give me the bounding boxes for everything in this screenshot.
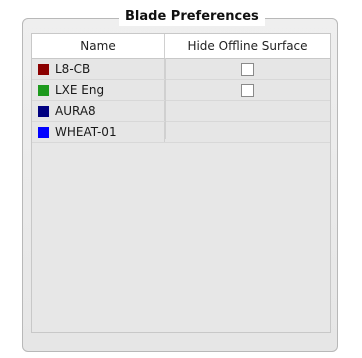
blade-name: LXE Eng <box>55 83 105 97</box>
color-swatch-icon <box>38 126 49 138</box>
blade-name: L8-CB <box>55 62 91 76</box>
hide-offline-cell <box>165 59 330 79</box>
color-swatch-icon <box>38 63 49 75</box>
hide-offline-cell <box>165 80 330 100</box>
color-swatch-icon <box>38 84 49 96</box>
column-header-hide-offline-surface[interactable]: Hide Offline Surface <box>165 34 330 58</box>
name-cell: LXE Eng <box>32 80 165 100</box>
blade-preferences-page: Blade Preferences Name Hide Offline Surf… <box>0 0 362 358</box>
color-swatch-icon <box>38 105 49 117</box>
table-header: Name Hide Offline Surface <box>32 34 330 59</box>
table-row[interactable]: LXE Eng <box>32 80 330 101</box>
column-header-name[interactable]: Name <box>32 34 165 58</box>
panel-title: Blade Preferences <box>119 8 265 26</box>
hide-offline-cell <box>165 101 330 121</box>
name-cell: AURA8 <box>32 101 165 121</box>
table-empty-area <box>32 139 330 332</box>
table-row[interactable]: AURA8 <box>32 101 330 122</box>
blade-table: Name Hide Offline Surface L8-CB LXE Eng <box>31 33 331 333</box>
blade-name: WHEAT-01 <box>55 125 117 139</box>
column-divider <box>165 58 166 139</box>
hide-offline-checkbox[interactable] <box>241 83 254 97</box>
table-row[interactable]: L8-CB <box>32 59 330 80</box>
name-cell: L8-CB <box>32 59 165 79</box>
hide-offline-checkbox[interactable] <box>241 62 254 76</box>
blade-name: AURA8 <box>55 104 96 118</box>
